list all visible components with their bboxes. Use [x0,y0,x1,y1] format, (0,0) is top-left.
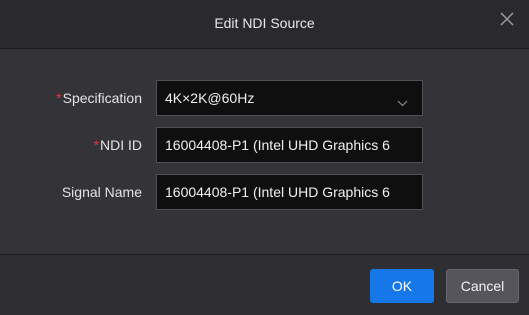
specification-value: 4K×2K@60Hz [165,90,255,106]
specification-row: *Specification 4K×2K@60Hz [0,80,529,116]
dialog-body: *Specification 4K×2K@60Hz *NDI ID 160044… [0,49,529,254]
chevron-down-icon [397,94,408,112]
required-mark: * [56,90,62,106]
close-icon[interactable] [497,9,517,29]
required-mark: * [93,137,99,153]
signal-name-label: Signal Name [61,184,142,200]
ndi-id-row: *NDI ID 16004408-P1 (Intel UHD Graphics … [0,127,529,163]
specification-select[interactable]: 4K×2K@60Hz [156,80,423,116]
signal-name-row: Signal Name 16004408-P1 (Intel UHD Graph… [0,174,529,210]
ndi-id-value: 16004408-P1 (Intel UHD Graphics 6 [165,137,390,153]
specification-label: *Specification [56,90,142,106]
dialog-titlebar: Edit NDI Source [0,0,529,49]
cancel-button[interactable]: Cancel [446,269,519,303]
signal-name-value: 16004408-P1 (Intel UHD Graphics 6 [165,184,390,200]
ndi-id-input[interactable]: 16004408-P1 (Intel UHD Graphics 6 [156,127,423,163]
ok-button[interactable]: OK [370,269,434,303]
dialog-title: Edit NDI Source [214,15,315,31]
signal-name-input[interactable]: 16004408-P1 (Intel UHD Graphics 6 [156,174,423,210]
dialog-footer: OK Cancel [0,254,529,315]
ndi-id-label: *NDI ID [93,137,142,153]
edit-ndi-source-dialog: Edit NDI Source *Specification 4K×2K@60H… [0,0,529,315]
